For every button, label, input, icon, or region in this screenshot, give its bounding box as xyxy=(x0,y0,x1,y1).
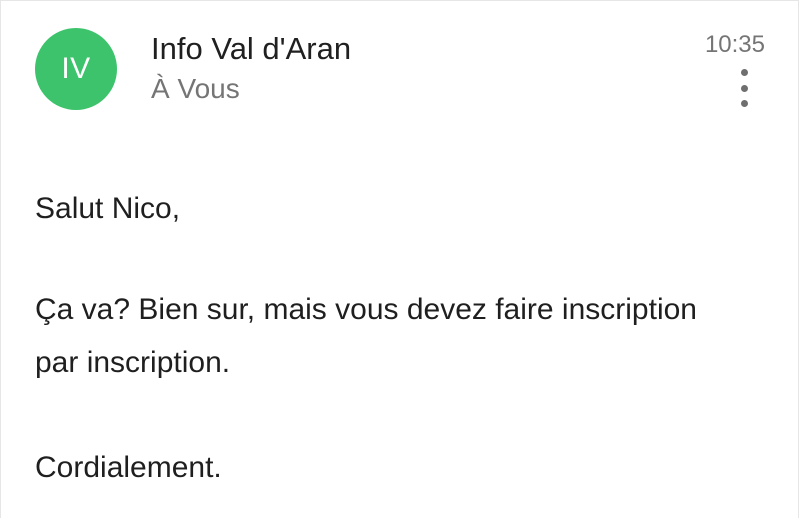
sender-name[interactable]: Info Val d'Aran xyxy=(151,31,351,67)
sender-avatar[interactable]: IV xyxy=(35,28,117,110)
email-greeting: Salut Nico, xyxy=(35,192,181,225)
more-options-icon[interactable] xyxy=(735,69,753,107)
avatar-initials: IV xyxy=(61,52,91,85)
dot xyxy=(740,84,748,92)
email-closing: Cordialement. xyxy=(35,451,222,484)
recipient-label[interactable]: À Vous xyxy=(151,73,240,105)
dot xyxy=(740,100,748,107)
message-time: 10:35 xyxy=(704,31,765,58)
dot xyxy=(740,69,748,76)
email-view: IV Info Val d'Aran À Vous 10:35 Salut Ni… xyxy=(0,0,799,518)
email-paragraph-line-1: Ça va? Bien sur, mais vous devez faire i… xyxy=(35,293,697,326)
email-paragraph-line-2: par inscription. xyxy=(35,346,231,379)
